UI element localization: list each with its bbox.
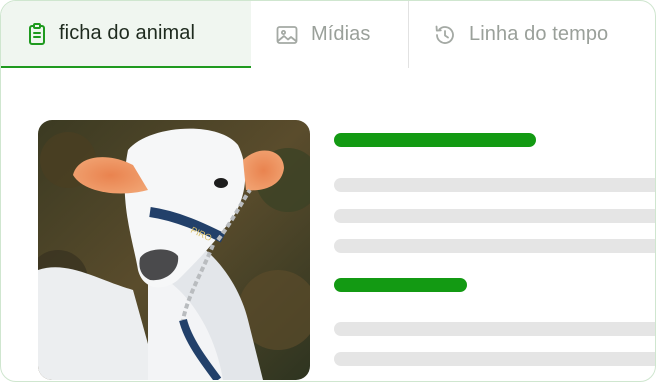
placeholder-text-bar <box>334 209 655 223</box>
image-icon <box>275 23 299 47</box>
animal-card: ficha do animal Mídias Linha do tempo PI… <box>0 0 656 382</box>
clipboard-icon <box>25 22 49 46</box>
tab-bar: ficha do animal Mídias Linha do tempo <box>1 1 655 68</box>
tab-linha-do-tempo[interactable]: Linha do tempo <box>409 1 655 68</box>
white-cow-photo: PIRO <box>38 120 310 380</box>
tab-label: ficha do animal <box>59 22 196 44</box>
placeholder-text-bar <box>334 239 655 253</box>
placeholder-text-bar <box>334 178 655 192</box>
placeholder-heading-bar <box>334 278 467 292</box>
history-icon <box>433 23 457 47</box>
tab-label: Mídias <box>311 23 371 45</box>
tab-label: Linha do tempo <box>469 23 609 45</box>
placeholder-text-bar <box>334 352 655 366</box>
tab-ficha-do-animal[interactable]: ficha do animal <box>1 1 251 68</box>
tab-midias[interactable]: Mídias <box>251 1 409 68</box>
placeholder-heading-bar <box>334 133 536 147</box>
placeholder-text-bar <box>334 322 655 336</box>
